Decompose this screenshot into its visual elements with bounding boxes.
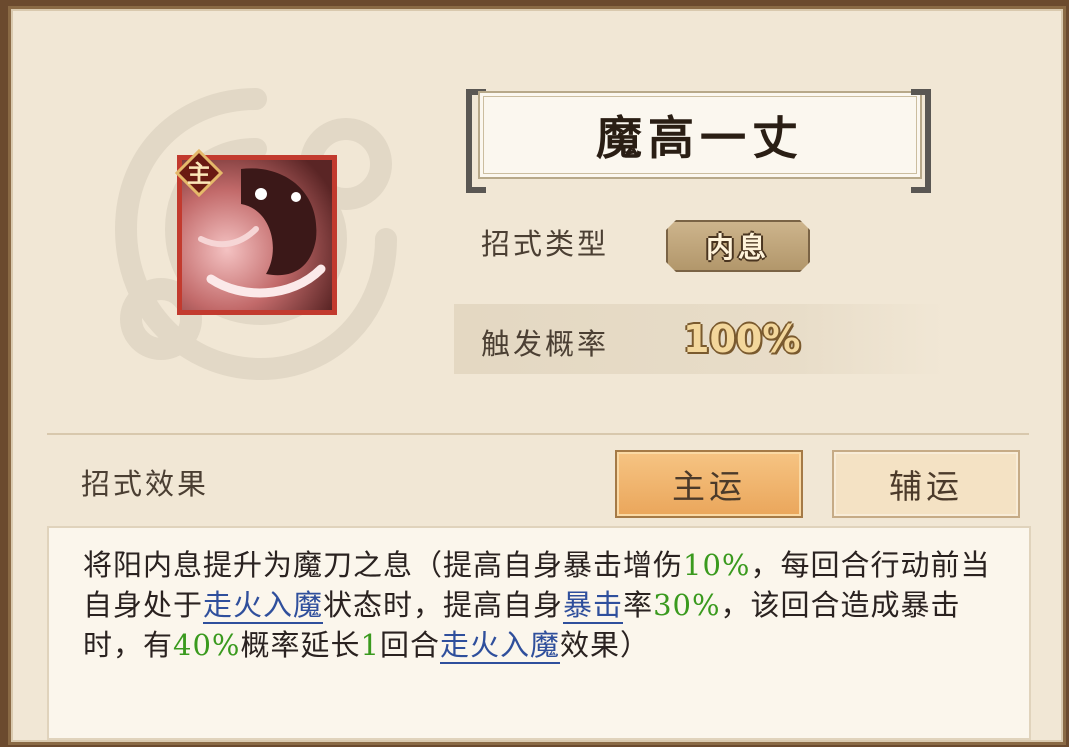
- main-mode-label: 主运: [672, 467, 746, 506]
- bracket-right: [911, 89, 931, 193]
- status-link-zouhuorumo-2[interactable]: 走火入魔: [439, 628, 560, 664]
- divider: [47, 433, 1029, 435]
- skill-icon[interactable]: 主: [171, 149, 341, 319]
- type-badge: 内息: [666, 220, 810, 272]
- main-mode-button[interactable]: 主运: [615, 450, 803, 518]
- rate-label: 触发概率: [481, 327, 610, 361]
- icon-badge-text: 主: [187, 159, 211, 188]
- description-text: 将阳内息提升为魔刀之息（提高自身暴击增伤10%，每回合行动前当自身处于走火入魔状…: [83, 545, 1018, 665]
- assist-mode-label: 辅运: [889, 467, 963, 506]
- rate-value: 100%: [683, 317, 801, 361]
- description-box: 将阳内息提升为魔刀之息（提高自身暴击增伤10%，每回合行动前当自身处于走火入魔状…: [47, 526, 1031, 740]
- type-value: 内息: [705, 231, 770, 264]
- status-link-baoji[interactable]: 暴击: [563, 588, 624, 624]
- assist-mode-button[interactable]: 辅运: [832, 450, 1020, 518]
- desc-value: 1: [360, 628, 380, 662]
- desc-part: 状态时，提高自身: [323, 588, 564, 622]
- desc-value: 30%: [653, 588, 721, 622]
- type-label: 招式类型: [481, 227, 610, 261]
- desc-part: 将阳内息提升为魔刀之息（提高自身暴击增伤: [83, 548, 684, 582]
- title-box: 魔高一丈: [478, 91, 922, 179]
- effect-label: 招式效果: [81, 467, 210, 501]
- skill-title: 魔高一丈: [596, 111, 804, 165]
- status-link-zouhuorumo[interactable]: 走火入魔: [203, 588, 324, 624]
- desc-value: 40%: [173, 628, 241, 662]
- title-frame: 魔高一丈: [466, 89, 931, 193]
- desc-part: 概率延长: [240, 628, 361, 662]
- desc-part: 率: [623, 588, 654, 622]
- desc-value: 10%: [683, 548, 751, 582]
- desc-part: 效果）: [559, 628, 650, 662]
- desc-part: 回合: [379, 628, 440, 662]
- skill-detail-panel: 主 魔高一丈 招式类型 内息 触发概率 100% 招式效果 主运 辅运 将阳内息…: [8, 6, 1066, 745]
